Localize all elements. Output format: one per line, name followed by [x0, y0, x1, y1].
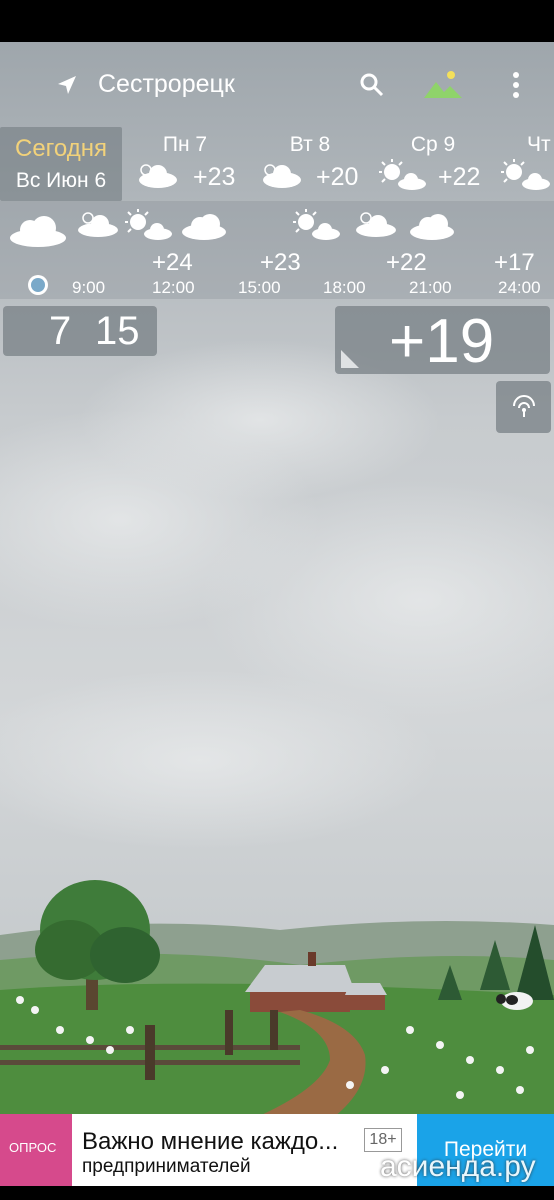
cloud-icon: [139, 164, 177, 188]
partly-sunny-icon: [501, 159, 550, 190]
partly-sunny-icon: [125, 209, 172, 240]
hourly-time: 21:00: [409, 278, 452, 297]
today-date: Вс Июн 6: [15, 169, 107, 192]
ad-age-rating: 18+: [364, 1128, 402, 1152]
cloud-icon: [263, 164, 301, 188]
top-bar: [0, 42, 554, 126]
hourly-temp: +24: [152, 249, 193, 276]
cloud-icon: [410, 214, 454, 240]
city-name[interactable]: Сестрорецк: [98, 70, 235, 99]
clock-minutes: 15: [95, 309, 140, 353]
more-vertical-icon[interactable]: [503, 68, 529, 102]
partly-sunny-icon: [379, 159, 426, 190]
partly-cloudy-icon: [356, 212, 396, 237]
hourly-time: 15:00: [238, 278, 281, 297]
hourly-time: 24:00: [498, 278, 541, 297]
radar-button[interactable]: [496, 381, 551, 433]
hourly-temp: +22: [386, 249, 427, 276]
partly-sunny-icon: [293, 209, 340, 240]
hourly-temp: +17: [494, 249, 535, 276]
hourly-time: 9:00: [72, 278, 106, 297]
day-label: Чт: [527, 133, 551, 156]
watermark: асиенда.ру: [380, 1150, 536, 1183]
day-label: Пн 7: [162, 133, 208, 156]
location-arrow-icon[interactable]: [52, 70, 82, 100]
day-temp: +22: [438, 163, 481, 191]
ad-subtitle: предпринимателей: [82, 1156, 251, 1177]
navigation-bar: [0, 1186, 554, 1200]
hourly-time: 12:00: [152, 278, 195, 297]
current-temperature: +19: [389, 307, 495, 376]
clock-hours: 7: [49, 309, 72, 353]
ad-badge: ОПРОС: [0, 1114, 72, 1186]
partly-cloudy-icon: [78, 212, 118, 237]
corner-fold-icon: [341, 350, 359, 368]
current-temperature-panel[interactable]: +19: [335, 306, 550, 376]
cloud-icon: [10, 216, 66, 247]
current-time-marker: [28, 275, 48, 295]
search-icon[interactable]: [355, 68, 389, 102]
cloud-icon: [182, 214, 226, 240]
ad-title: Важно мнение каждо...: [82, 1128, 339, 1155]
radar-icon: [513, 395, 535, 417]
day-label: Вт 8: [289, 133, 331, 156]
hourly-time: 18:00: [323, 278, 366, 297]
day-label: Ср 9: [410, 133, 456, 156]
day-temp: +23: [193, 163, 236, 191]
clock-widget[interactable]: 7 15: [3, 306, 157, 356]
status-bar: [0, 0, 554, 42]
day-temp: +20: [316, 163, 359, 191]
hourly-temp: +23: [260, 249, 301, 276]
landscape-icon[interactable]: [420, 68, 466, 102]
today-label: Сегодня: [15, 135, 107, 162]
forecast-today[interactable]: Сегодня Вс Июн 6: [0, 127, 122, 201]
